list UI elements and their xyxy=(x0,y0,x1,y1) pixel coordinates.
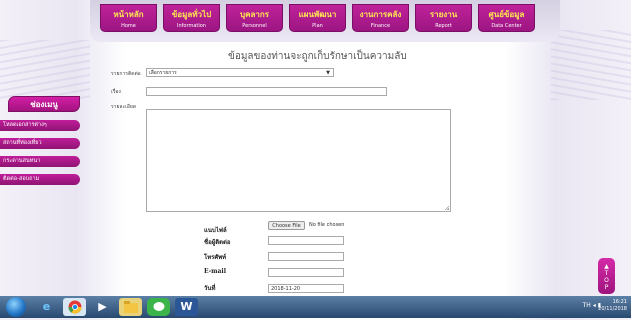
subject-input[interactable] xyxy=(146,87,387,96)
back-to-top-label: TOP xyxy=(604,270,609,291)
sidebar-item-contact[interactable]: ติดต่อ-สอบถาม xyxy=(0,174,80,185)
nav-finance-sublabel: Finance xyxy=(370,23,391,29)
subject-label: เรื่อง xyxy=(111,89,121,95)
language-indicator[interactable]: TH xyxy=(583,302,591,309)
nav-plan-sublabel: Plan xyxy=(312,23,323,29)
windows-taskbar: e ▶ W TH ◂ ▮ 16:21 20/11/2018 xyxy=(0,296,631,318)
email-input[interactable] xyxy=(268,268,344,277)
top-navigation: หน้าหลัก Home ข้อมูลทั่วไป Information บ… xyxy=(90,0,560,44)
sidebar-item-webboard[interactable]: กระดานสนทนา xyxy=(0,156,80,167)
nav-report-sublabel: Report xyxy=(435,23,452,29)
date-input[interactable]: 2018-11-20 xyxy=(268,284,344,293)
chrome-icon[interactable] xyxy=(63,298,86,316)
internet-explorer-icon[interactable]: e xyxy=(35,298,58,316)
detail-textarea[interactable] xyxy=(146,109,451,212)
arrow-up-icon: ▲ xyxy=(604,263,609,270)
contact-type-select[interactable]: เลือกรายการ ▼ xyxy=(146,68,334,77)
nav-finance-label: งานการคลัง xyxy=(359,9,402,19)
choose-file-button[interactable]: Choose File xyxy=(268,221,305,230)
nav-data-center-label: ศูนย์ข้อมูล xyxy=(488,9,525,19)
contact-type-value: เลือกรายการ xyxy=(149,70,177,76)
nav-plan-label: แผนพัฒนา xyxy=(298,9,337,19)
nav-data-center-sublabel: Data Center xyxy=(491,23,522,29)
nav-data-center[interactable]: ศูนย์ข้อมูล Data Center xyxy=(478,4,535,32)
speaker-icon[interactable]: ◂ xyxy=(593,302,596,309)
nav-plan[interactable]: แผนพัฒนา Plan xyxy=(289,4,346,32)
file-status-text: No file chosen xyxy=(309,222,345,228)
sidebar-item-tourism[interactable]: สถานที่ท่องเที่ยว xyxy=(0,138,80,149)
nav-information-label: ข้อมูลทั่วไป xyxy=(171,9,212,19)
nav-personnel[interactable]: บุคลากร Personnel xyxy=(226,4,283,32)
clock-date: 20/11/2018 xyxy=(598,306,627,312)
file-explorer-icon[interactable] xyxy=(119,298,142,316)
phone-input[interactable] xyxy=(268,252,344,261)
contact-type-label: รายการติดต่อ xyxy=(111,71,141,77)
detail-label: รายละเอียด xyxy=(111,104,137,110)
nav-report-label: รายงาน xyxy=(429,9,458,19)
nav-finance[interactable]: งานการคลัง Finance xyxy=(352,4,409,32)
line-icon[interactable] xyxy=(147,298,170,316)
attach-file-label: แนบไฟล์ xyxy=(204,227,227,234)
email-label: E-mail xyxy=(204,268,226,275)
nav-report[interactable]: รายงาน Report xyxy=(415,4,472,32)
contact-name-label: ชื่อผู้ติดต่อ xyxy=(204,239,231,246)
sidebar-title: ช่องเมนู xyxy=(8,96,80,112)
contact-name-input[interactable] xyxy=(268,236,344,245)
word-icon[interactable]: W xyxy=(175,298,198,316)
back-to-top-button[interactable]: ▲ TOP xyxy=(598,258,615,294)
sidebar-item-downloads[interactable]: โหลดเอกสารต่างๆ xyxy=(0,120,80,131)
nav-home-label: หน้าหลัก xyxy=(113,9,144,19)
page-heading: ข้อมูลของท่านจะถูกเก็บรักษาเป็นความลับ xyxy=(228,51,407,62)
clock[interactable]: 16:21 20/11/2018 xyxy=(598,299,627,313)
resize-grip-icon[interactable] xyxy=(445,206,449,210)
nav-information[interactable]: ข้อมูลทั่วไป Information xyxy=(163,4,220,32)
nav-personnel-label: บุคลากร xyxy=(240,9,269,19)
clock-time: 16:21 xyxy=(612,299,627,305)
nav-personnel-sublabel: Personnel xyxy=(242,23,267,29)
nav-home-sublabel: Home xyxy=(121,23,136,29)
nav-information-sublabel: Information xyxy=(177,23,206,29)
nav-home[interactable]: หน้าหลัก Home xyxy=(100,4,157,32)
media-player-icon[interactable]: ▶ xyxy=(91,298,114,316)
left-decoration xyxy=(0,40,90,100)
phone-label: โทรศัพท์ xyxy=(204,254,227,261)
chevron-down-icon: ▼ xyxy=(326,70,330,76)
date-label: วันที่ xyxy=(204,285,216,292)
start-button[interactable] xyxy=(6,297,26,317)
right-decoration xyxy=(551,30,631,100)
